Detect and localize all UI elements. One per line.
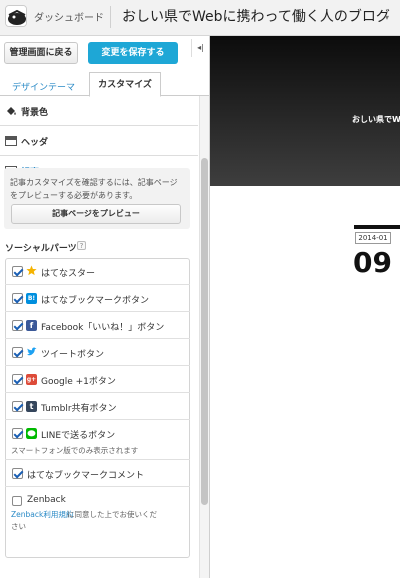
- back-to-admin-button[interactable]: 管理画面に戻る: [4, 42, 78, 64]
- zenback-checkbox[interactable]: [12, 496, 22, 506]
- list-item: g+ Google +1ボタン: [5, 366, 190, 393]
- hatena-bookmark-checkbox[interactable]: [12, 293, 23, 304]
- tumblr-checkbox[interactable]: [12, 401, 23, 412]
- avatar[interactable]: [5, 5, 27, 27]
- paint-bucket-icon: [7, 107, 16, 115]
- hatena-star-checkbox[interactable]: [12, 266, 23, 277]
- tab-customize[interactable]: カスタマイズ: [89, 72, 161, 97]
- help-icon[interactable]: ?: [77, 241, 86, 250]
- item-label: ツイートボタン: [41, 350, 105, 360]
- list-item: f Facebook「いいね！」ボタン: [5, 312, 190, 339]
- facebook-icon: f: [26, 320, 37, 331]
- item-label: はてなスター: [41, 269, 96, 279]
- item-label: Zenback: [27, 495, 66, 505]
- sidebar-scrollbar-thumb[interactable]: [201, 158, 208, 505]
- hatena-bookmark-comment-checkbox[interactable]: [12, 468, 23, 479]
- list-item: LINEで送るボタン スマートフォン版でのみ表示されます: [5, 420, 190, 460]
- list-item: はてなスター: [5, 258, 190, 285]
- preview-blog-title[interactable]: おしい県でWeb: [352, 114, 400, 125]
- hatena-star-icon: [26, 265, 37, 276]
- list-item: ツイートボタン: [5, 339, 190, 366]
- google-plus-icon: g+: [26, 374, 37, 385]
- list-item: はてなブックマークコメント: [5, 460, 190, 487]
- article-notice-text: 記事カスタマイズを確認するには、記事ページをプレビューする必要があります。: [10, 178, 178, 200]
- post-date-month: 2014-01: [355, 232, 391, 244]
- line-checkbox[interactable]: [12, 428, 23, 439]
- section-label: ヘッダ: [21, 138, 49, 148]
- social-parts-heading: ソーシャルパーツ: [5, 244, 77, 254]
- google-plus-checkbox[interactable]: [12, 374, 23, 385]
- zenback-terms-text-2: さい: [11, 522, 26, 531]
- top-bar: ダッシュボード おしい県でWebに携わって働く人のブログ ▾: [0, 0, 400, 36]
- list-item: t Tumblr共有ボタン: [5, 393, 190, 420]
- line-icon: [26, 428, 37, 439]
- section-label: 背景色: [21, 108, 49, 118]
- list-item: Zenback Zenback利用規約 に同意した上でお使いくだ さい: [5, 487, 190, 558]
- collapse-sidebar-icon[interactable]: ◂|: [191, 39, 209, 57]
- save-changes-button[interactable]: 変更を保存する: [88, 42, 178, 64]
- item-label: はてなブックマークコメント: [27, 471, 145, 481]
- list-item: B! はてなブックマークボタン: [5, 285, 190, 312]
- zenback-terms-text: に同意した上でお使いくだ: [67, 510, 157, 519]
- item-label: はてなブックマークボタン: [41, 296, 150, 306]
- tweet-checkbox[interactable]: [12, 347, 23, 358]
- tumblr-icon: t: [26, 401, 37, 412]
- post-date-bar: [354, 225, 400, 229]
- item-label: LINEで送るボタン: [41, 431, 116, 441]
- preview-article-button[interactable]: 記事ページをプレビュー: [11, 204, 181, 224]
- section-background-color[interactable]: 背景色: [0, 96, 198, 126]
- item-label: Tumblr共有ボタン: [41, 404, 117, 414]
- dashboard-link[interactable]: ダッシュボード: [34, 9, 104, 24]
- post-date-day: 09: [353, 246, 392, 279]
- user-avatar-icon: [6, 6, 26, 26]
- facebook-checkbox[interactable]: [12, 320, 23, 331]
- chevron-down-icon[interactable]: ▾: [385, 13, 389, 22]
- twitter-bird-icon: [27, 347, 37, 356]
- zenback-terms-link[interactable]: Zenback利用規約: [11, 509, 73, 520]
- customize-sidebar: 管理画面に戻る 変更を保存する ◂| デザインテーマ カスタマイズ 背景色 ヘッ…: [0, 36, 210, 578]
- header-layout-icon: [5, 136, 17, 146]
- sidebar-tabs: デザインテーマ カスタマイズ: [0, 72, 209, 97]
- blog-title-selector[interactable]: おしい県でWebに携わって働く人のブログ: [122, 6, 390, 26]
- item-label: Facebook「いいね！」ボタン: [41, 323, 165, 333]
- header-divider: [110, 6, 111, 28]
- item-label: Google +1ボタン: [41, 377, 116, 387]
- item-note: スマートフォン版でのみ表示されます: [11, 446, 139, 455]
- section-header[interactable]: ヘッダ: [0, 126, 198, 156]
- hatena-bookmark-icon: B!: [26, 293, 37, 304]
- blog-preview: おしい県でWeb 2014-01 09: [210, 36, 400, 578]
- preview-header-image: [210, 36, 400, 186]
- tab-design-theme[interactable]: デザインテーマ: [12, 80, 75, 93]
